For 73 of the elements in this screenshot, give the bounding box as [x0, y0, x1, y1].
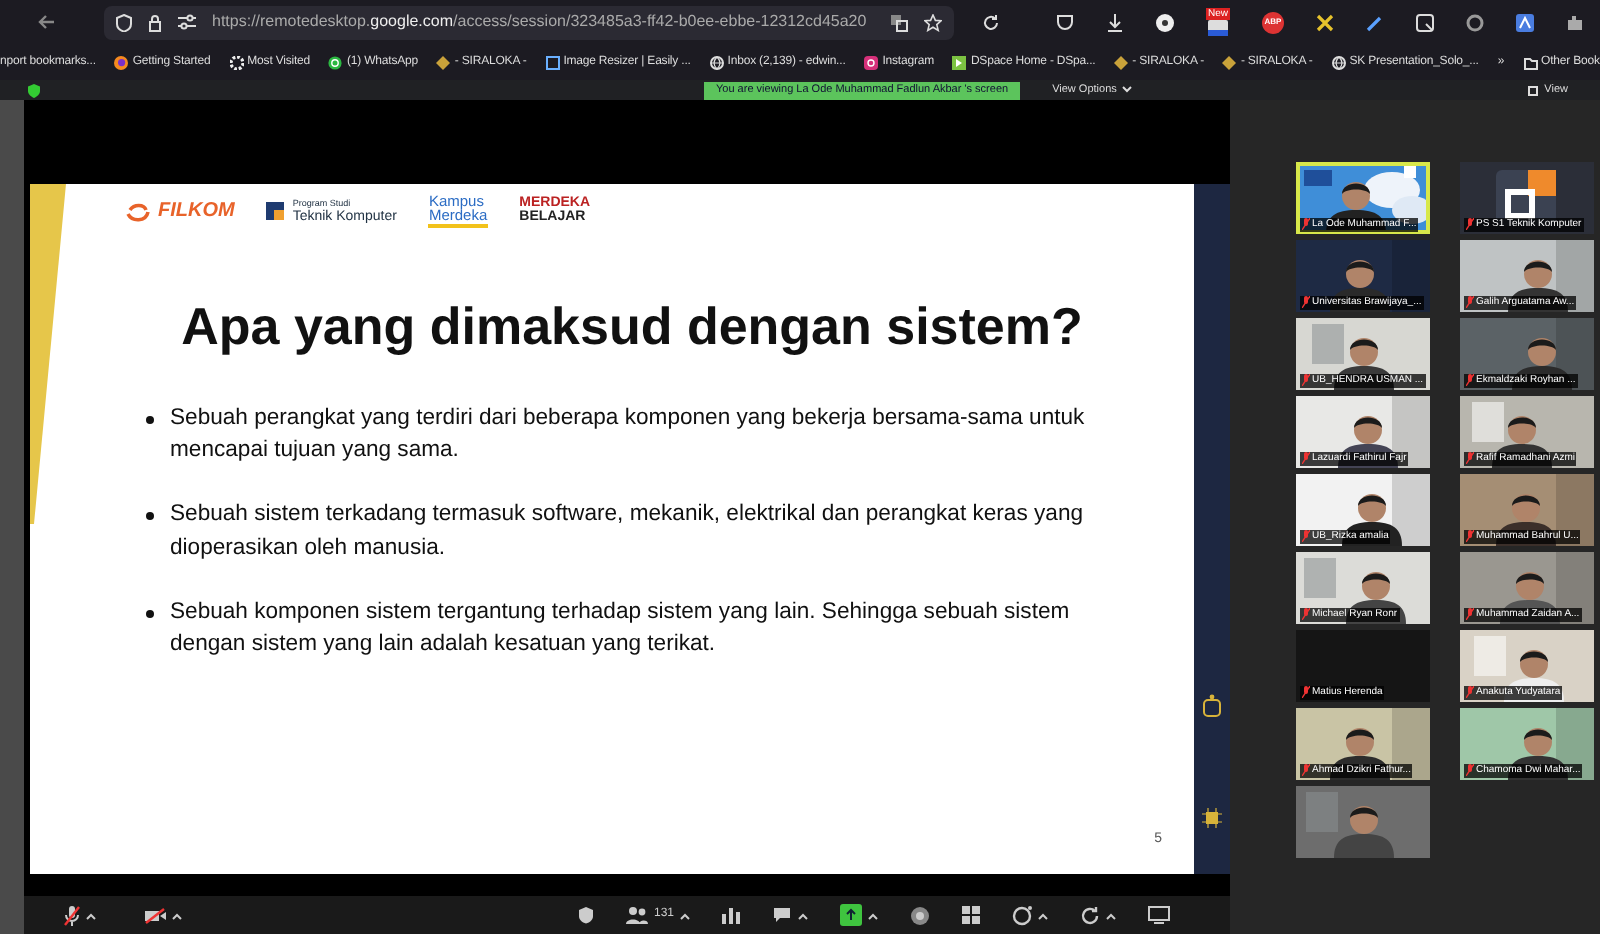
window-icon — [1528, 85, 1539, 95]
bullet-text: Sebuah komponen sistem tergantung terhadap sistem yang lain. Sehingga sebuah sistem dengan sistem yang lain adalah kesatuan yang terikat. — [170, 598, 1072, 661]
extension-icon[interactable] — [1466, 13, 1484, 31]
screen-icon — [1148, 906, 1170, 924]
switch-camera-button[interactable] — [1080, 905, 1116, 925]
rotate-icon — [1080, 905, 1100, 925]
caret-icon[interactable] — [868, 911, 878, 919]
globe-icon — [1331, 55, 1346, 69]
apps-button[interactable] — [962, 906, 980, 924]
play-icon — [952, 55, 967, 69]
bullet-text: Sebuah sistem terkadang termasuk software, mekanik, elektrikal dan perangkat keras yang dioperasikan oleh manusia. — [170, 500, 1086, 564]
pocket-icon[interactable] — [1055, 13, 1074, 31]
globe-icon — [709, 55, 724, 69]
chat-icon — [772, 906, 792, 924]
whatsapp-icon — [328, 55, 343, 69]
share-icon — [840, 904, 862, 926]
image-icon — [545, 55, 560, 69]
bullet-dot — [146, 415, 154, 423]
people-icon — [625, 906, 648, 924]
extension-icon[interactable] — [1316, 13, 1334, 31]
camera-icon — [864, 55, 879, 69]
bullet-dot — [146, 512, 154, 521]
program-logo-icon — [266, 202, 285, 221]
caret-icon[interactable] — [86, 911, 96, 919]
permissions-icon[interactable] — [178, 14, 196, 30]
extensions-icon[interactable] — [1566, 13, 1584, 31]
shield-icon[interactable] — [116, 13, 132, 31]
bullet-dot — [146, 610, 154, 618]
swirl-icon — [126, 201, 150, 222]
diamond-icon — [1114, 55, 1129, 69]
lock-icon[interactable] — [148, 13, 162, 31]
extension-icon[interactable] — [1207, 20, 1228, 36]
star-icon[interactable] — [924, 13, 942, 31]
polls-button[interactable] — [722, 906, 740, 924]
record-icon — [910, 905, 930, 925]
download-icon[interactable] — [1105, 13, 1124, 31]
bar-chart-icon — [722, 906, 740, 924]
video-button[interactable] — [144, 907, 182, 923]
filkom-logo-text: FILKOM — [158, 198, 235, 227]
url-text[interactable]: https://remotedesktop.google.com/access/session/323485a3-ff42-b0ee-ebbe-12312cd45a20 — [212, 10, 874, 34]
security-button[interactable] — [577, 906, 594, 924]
screenshot-icon[interactable] — [1416, 13, 1434, 31]
reactions-button[interactable] — [1012, 905, 1048, 925]
caret-icon[interactable] — [798, 911, 808, 919]
share-screen-button[interactable] — [840, 904, 878, 926]
diamond-icon — [436, 55, 451, 69]
firefox-icon — [114, 55, 129, 69]
extension-icon[interactable] — [1155, 13, 1174, 31]
caret-icon[interactable] — [680, 911, 690, 919]
mic-button[interactable] — [64, 905, 96, 925]
url-bar[interactable]: https://remotedesktop.google.com/access/session/323485a3-ff42-b0ee-ebbe-12312cd45a20 — [104, 5, 954, 39]
chip-icon — [1202, 808, 1222, 828]
record-button[interactable] — [910, 905, 930, 925]
slide-title: Apa yang dimaksud dengan sistem? — [179, 293, 1085, 359]
bullet-text: Sebuah perangkat yang terdiri dari beberapa komponen yang bekerja bersama-sama untuk mencapai tujuan yang sama. — [170, 403, 1087, 466]
view-button[interactable] — [1148, 906, 1170, 924]
back-icon[interactable] — [36, 12, 56, 32]
translate-icon[interactable] — [890, 13, 908, 31]
caret-icon — [1122, 86, 1133, 94]
folder-icon — [1523, 55, 1538, 69]
apps-icon — [962, 906, 980, 924]
reload-icon[interactable] — [982, 13, 1000, 31]
smiley-icon — [1012, 905, 1032, 925]
translate-icon[interactable] — [1516, 13, 1534, 31]
caret-icon[interactable] — [1038, 911, 1048, 919]
shield-icon — [577, 906, 594, 924]
chat-button[interactable] — [772, 906, 808, 924]
diamond-icon — [1222, 55, 1237, 69]
caret-icon[interactable] — [1106, 911, 1116, 919]
gear-icon — [229, 55, 244, 69]
caret-icon[interactable] — [172, 911, 182, 919]
pen-icon[interactable] — [1366, 13, 1384, 31]
shield-icon — [28, 83, 40, 97]
